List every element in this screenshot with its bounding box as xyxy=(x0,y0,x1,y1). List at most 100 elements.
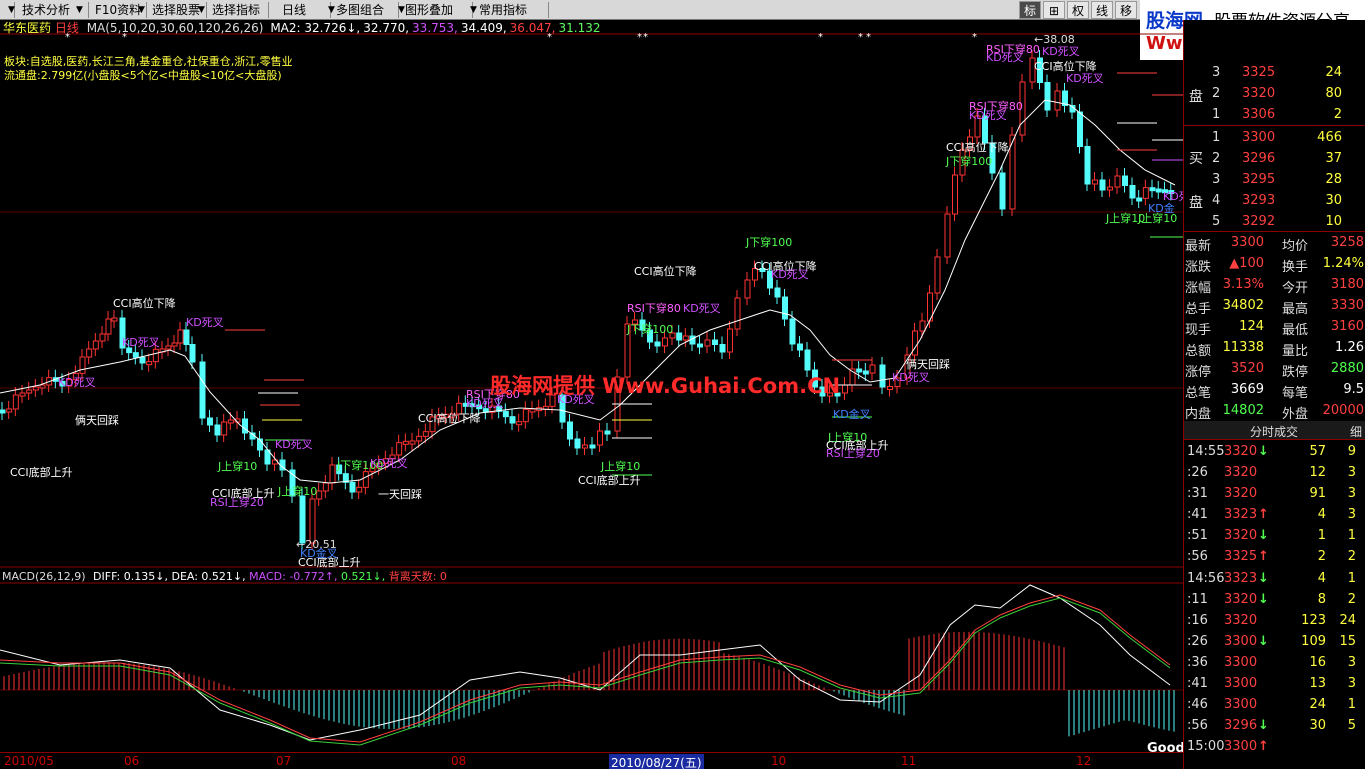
candle-body xyxy=(567,421,573,440)
tick-count: 24 xyxy=(1339,613,1356,628)
dropdown-arrow-icon[interactable]: ▼ xyxy=(138,2,145,18)
candle-body xyxy=(12,394,19,410)
signal-annotation: KD死叉 xyxy=(683,302,721,315)
signal-star: * xyxy=(122,32,127,43)
tick-time: :26 xyxy=(1187,465,1208,480)
tick-time: :41 xyxy=(1187,507,1208,522)
candle-body xyxy=(227,419,234,424)
signal-annotation: 一天回踩 xyxy=(378,488,422,501)
signal-annotation: KD死叉 xyxy=(58,376,96,389)
signal-annotation: KD金 xyxy=(1148,202,1175,215)
signal-annotation: CCI底部上升 xyxy=(578,474,641,487)
candle-body xyxy=(744,279,751,299)
candle-body xyxy=(676,332,683,341)
candle-body xyxy=(132,352,139,358)
toolbar-item[interactable]: 多图组合 xyxy=(336,2,384,18)
stat-value: 3180 xyxy=(1330,277,1364,292)
toolbar-right-button[interactable]: ⊞ xyxy=(1043,1,1065,19)
tick-count: 15 xyxy=(1339,634,1356,649)
tick-volume: 30 xyxy=(1309,718,1326,733)
tick-price: 3296 xyxy=(1224,718,1258,733)
candle-body xyxy=(1155,188,1162,193)
signal-annotation: CCI高位下降 xyxy=(634,265,697,278)
dropdown-arrow-icon[interactable]: ▼ xyxy=(76,2,83,18)
candle-body xyxy=(887,386,893,390)
tick-count: 3 xyxy=(1347,465,1356,480)
tick-count: 1 xyxy=(1347,571,1356,586)
candle-body xyxy=(856,368,863,373)
toolbar-right-button[interactable]: 移 xyxy=(1115,1,1137,19)
signal-annotation: RSI下穿80 xyxy=(969,100,1023,113)
signal-annotation: J下穿100 xyxy=(627,323,674,336)
tick-time: :11 xyxy=(1187,592,1208,607)
signal-star: * xyxy=(65,32,70,43)
dropdown-arrow-icon[interactable]: ▼ xyxy=(8,2,15,18)
stat-key: 涨跌 xyxy=(1185,260,1212,275)
tick-count: 3 xyxy=(1347,486,1356,501)
toolbar-item[interactable]: 选择股票 xyxy=(152,2,200,18)
stat-value: 3160 xyxy=(1330,319,1364,334)
candle-body xyxy=(32,386,39,391)
toolbar-item[interactable]: 日线 xyxy=(282,2,306,18)
signal-annotation: KD死叉 xyxy=(466,397,504,410)
tick-volume: 8 xyxy=(1317,592,1326,607)
toolbar-item[interactable]: F10资料 xyxy=(95,2,141,18)
stat-row: 涨幅 3.13% 今开 3180 xyxy=(1184,274,1365,296)
candle-body xyxy=(189,344,196,363)
dropdown-arrow-icon[interactable]: ▼ xyxy=(328,2,335,18)
dropdown-arrow-icon[interactable]: ▼ xyxy=(198,2,205,18)
toolbar-right-button[interactable]: 权 xyxy=(1067,1,1089,19)
signal-annotation: CCI高位下降 xyxy=(113,297,176,310)
dropdown-arrow-icon[interactable]: ▼ xyxy=(398,2,405,18)
candle-body xyxy=(662,337,668,347)
buy-level: 3 xyxy=(1212,172,1221,187)
signal-star: * xyxy=(866,32,871,43)
candle-body xyxy=(522,408,529,423)
signal-annotation: CCI高位下降 xyxy=(946,141,1009,154)
stat-value: ▲100 xyxy=(1229,256,1264,271)
candle-body xyxy=(309,498,316,544)
stat-key: 总手 xyxy=(1185,302,1212,317)
candle-body xyxy=(944,213,951,258)
toolbar-separator xyxy=(268,2,269,18)
sell-row: 2 3320 80 xyxy=(1184,83,1365,104)
candle-body xyxy=(416,435,423,442)
macd-divergence: 背离天数: 0 xyxy=(388,570,447,583)
buy-volume: 466 xyxy=(1317,130,1342,145)
tick-row: :36 3300 16 3 xyxy=(1184,652,1365,673)
candle-body xyxy=(842,384,848,394)
stat-key: 涨停 xyxy=(1185,365,1212,380)
toolbar-item[interactable]: 选择指标 xyxy=(212,2,260,18)
toolbar-item[interactable]: 常用指标 xyxy=(479,2,527,18)
watermark: 股海网提供 Www.Guhai.Com.CN xyxy=(490,374,841,398)
candle-body xyxy=(1084,146,1091,185)
tick-volume: 1 xyxy=(1317,528,1326,543)
candle-body xyxy=(589,444,596,449)
stat-key: 外盘 xyxy=(1282,407,1309,422)
tick-volume: 13 xyxy=(1309,676,1326,691)
tick-count: 1 xyxy=(1347,697,1356,712)
dropdown-arrow-icon[interactable]: ▼ xyxy=(470,2,477,18)
signal-annotation: J上穿10 xyxy=(218,460,258,473)
toolbar-item[interactable]: 图形叠加 xyxy=(405,2,453,18)
signal-annotation: CCI底部上升 xyxy=(10,466,73,479)
signal-annotation: J上穿10 xyxy=(601,460,641,473)
toolbar-right-button[interactable]: 线 xyxy=(1091,1,1113,19)
toolbar-right-button[interactable]: 标 xyxy=(1019,1,1041,19)
candle-body xyxy=(734,297,741,330)
tick-time: :41 xyxy=(1187,676,1208,691)
stat-row: 涨跌 ▲100 换手 1.24% xyxy=(1184,253,1365,275)
signal-annotation: KD死叉 xyxy=(186,316,224,329)
tick-detail-tab[interactable]: 细 xyxy=(1350,423,1362,440)
sell-level: 1 xyxy=(1212,107,1221,122)
signal-annotation: J下穿100 xyxy=(946,155,993,168)
toolbar-item[interactable]: 技术分析 xyxy=(22,2,70,18)
stat-value: 2880 xyxy=(1330,361,1364,376)
macd-diff: DIFF: 0.135↓, xyxy=(93,570,168,583)
tick-header[interactable]: 分时成交 细 xyxy=(1184,421,1365,440)
tick-price: 3320 xyxy=(1224,528,1258,543)
tick-time: :36 xyxy=(1187,655,1208,670)
candle-body xyxy=(516,421,523,426)
candle-body xyxy=(712,339,718,345)
candle-body xyxy=(207,417,213,426)
